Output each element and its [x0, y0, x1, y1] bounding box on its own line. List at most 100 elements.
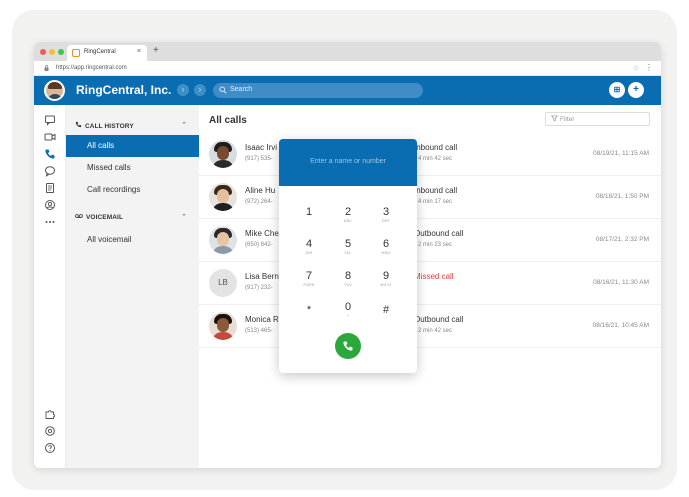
new-tab-icon[interactable]: +: [153, 45, 159, 57]
call-time: 08/16/21, 10:45 AM: [592, 322, 649, 329]
key-digit: 0: [344, 301, 352, 313]
avatar-body: [212, 203, 234, 211]
contact-phone: (972) 264-: [245, 199, 273, 205]
chat-bubble-icon[interactable]: [44, 165, 56, 177]
dial-key-9[interactable]: 9 WXYZ: [371, 270, 401, 292]
call-sidebar: CALL HISTORY ⌃ All calls Missed calls Ca…: [66, 105, 199, 468]
sidebar-item-all-voicemail[interactable]: All voicemail: [66, 229, 199, 251]
chevron-up-icon[interactable]: ⌃: [181, 213, 187, 221]
filter-input[interactable]: Filter: [545, 112, 650, 126]
avatar-body: [212, 246, 234, 254]
key-letters: GHI: [305, 251, 313, 255]
window-minimize-dot[interactable]: [49, 49, 55, 55]
call-type: Outbound call: [414, 229, 464, 238]
contact-avatar: [209, 312, 237, 340]
app-header: RingCentral, Inc. ‹ › Search ⊞ +: [34, 76, 661, 105]
sidebar-item-missed-calls[interactable]: Missed calls: [66, 157, 199, 179]
dial-key-hash[interactable]: #: [371, 304, 401, 326]
browser-menu-icon[interactable]: ⋮: [645, 63, 653, 72]
section-voicemail[interactable]: VOICEMAIL: [75, 213, 123, 221]
sidebar-item-all-calls[interactable]: All calls: [66, 135, 199, 157]
video-icon[interactable]: [44, 131, 56, 143]
dial-key-5[interactable]: 5 JKL: [333, 238, 363, 260]
favicon-icon: [72, 49, 80, 57]
sidebar-item-call-recordings[interactable]: Call recordings: [66, 179, 199, 201]
dial-key-4[interactable]: 4 GHI: [294, 238, 324, 260]
call-row[interactable]: Mike Che (650) 842- Outbound call 2 min …: [199, 219, 661, 262]
key-digit: 2: [344, 206, 352, 218]
dial-key-2[interactable]: 2 ABC: [333, 206, 363, 228]
contact-avatar: [209, 183, 237, 211]
dialpad-popup: Enter a name or number 1 2 ABC 3 DEF 4 GHI …: [279, 139, 417, 373]
key-digit: #: [382, 304, 390, 316]
key-digit: 6: [382, 238, 390, 250]
filter-icon: [551, 115, 558, 124]
call-row[interactable]: Isaac Irvi (917) 535- Inbound call 4 min…: [199, 133, 661, 176]
dial-key-3[interactable]: 3 DEF: [371, 206, 401, 228]
call-row[interactable]: Monica R (513) 465- Outbound call 2 min …: [199, 305, 661, 348]
browser-tab[interactable]: RingCentral ×: [67, 45, 147, 61]
contact-avatar: [209, 226, 237, 254]
call-time: 08/18/21, 1:50 PM: [595, 193, 649, 200]
contact-name: Isaac Irvi: [245, 143, 278, 152]
contacts-icon[interactable]: [44, 199, 56, 211]
call-type: Inbound call: [414, 186, 458, 195]
call-duration: 2 min 23 sec: [418, 242, 453, 248]
call-type: Inbound call: [414, 143, 458, 152]
call-button[interactable]: [335, 333, 361, 359]
add-button[interactable]: +: [628, 82, 644, 98]
contact-name: Monica R: [245, 315, 279, 324]
call-row[interactable]: Aline Hu (972) 264- Inbound call 4 min 1…: [199, 176, 661, 219]
help-icon[interactable]: [44, 442, 56, 454]
call-list-panel: All calls Filter Isaac Irvi (917) 535- I…: [199, 105, 661, 468]
messages-icon[interactable]: [44, 114, 56, 126]
avatar-body: [212, 332, 234, 340]
key-digit: 5: [344, 238, 352, 250]
page-title: All calls: [209, 115, 247, 126]
settings-icon[interactable]: [44, 425, 56, 437]
tab-close-icon[interactable]: ×: [137, 48, 141, 56]
chevron-up-icon[interactable]: ⌃: [181, 121, 187, 129]
key-letters: PQRS: [303, 283, 315, 287]
user-avatar[interactable]: [44, 80, 65, 101]
key-letters: WXYZ: [380, 283, 392, 287]
puzzle-icon[interactable]: [44, 408, 56, 420]
forward-button[interactable]: ›: [194, 84, 206, 96]
nav-rail: [34, 105, 66, 468]
more-icon[interactable]: [44, 216, 56, 228]
dial-key-6[interactable]: 6 MNO: [371, 238, 401, 260]
dial-key-8[interactable]: 8 TUV: [333, 270, 363, 292]
tab-title: RingCentral: [84, 49, 116, 55]
window-maximize-dot[interactable]: [58, 49, 64, 55]
key-letters: ABC: [343, 219, 353, 223]
key-digit: 3: [382, 206, 390, 218]
dial-key-star[interactable]: *: [294, 304, 324, 326]
phone-small-icon: [75, 121, 82, 130]
key-digit: 8: [344, 270, 352, 282]
window-close-dot[interactable]: [40, 49, 46, 55]
notes-icon[interactable]: [44, 182, 56, 194]
section-call-history[interactable]: CALL HISTORY: [75, 121, 134, 130]
dial-key-7[interactable]: 7 PQRS: [294, 270, 324, 292]
bookmark-star-icon[interactable]: ☆: [633, 64, 639, 72]
back-button[interactable]: ‹: [177, 84, 189, 96]
search-input[interactable]: Search: [213, 83, 423, 98]
dial-key-0[interactable]: 0 +: [333, 301, 363, 323]
contact-name: Mike Che: [245, 229, 279, 238]
voicemail-icon: [75, 213, 83, 221]
call-type-missed: Missed call: [414, 272, 454, 281]
apps-button[interactable]: ⊞: [609, 82, 625, 98]
call-duration: 4 min 17 sec: [418, 199, 453, 205]
dial-key-1[interactable]: 1: [294, 206, 324, 228]
phone-icon[interactable]: [44, 148, 56, 160]
avatar-hair: [48, 82, 62, 89]
dialpad-number-input[interactable]: Enter a name or number: [279, 139, 417, 186]
contact-avatar: [209, 140, 237, 168]
contact-phone: (917) 232-: [245, 285, 273, 291]
url-text[interactable]: https://app.ringcentral.com: [56, 65, 127, 71]
address-bar[interactable]: https://app.ringcentral.com ☆ ⋮: [34, 61, 661, 76]
call-row[interactable]: LB Lisa Bern (917) 232- Missed call 08/1…: [199, 262, 661, 305]
call-duration: 2 min 42 sec: [418, 328, 453, 334]
avatar-face: [217, 189, 229, 203]
key-digit: *: [306, 304, 312, 316]
